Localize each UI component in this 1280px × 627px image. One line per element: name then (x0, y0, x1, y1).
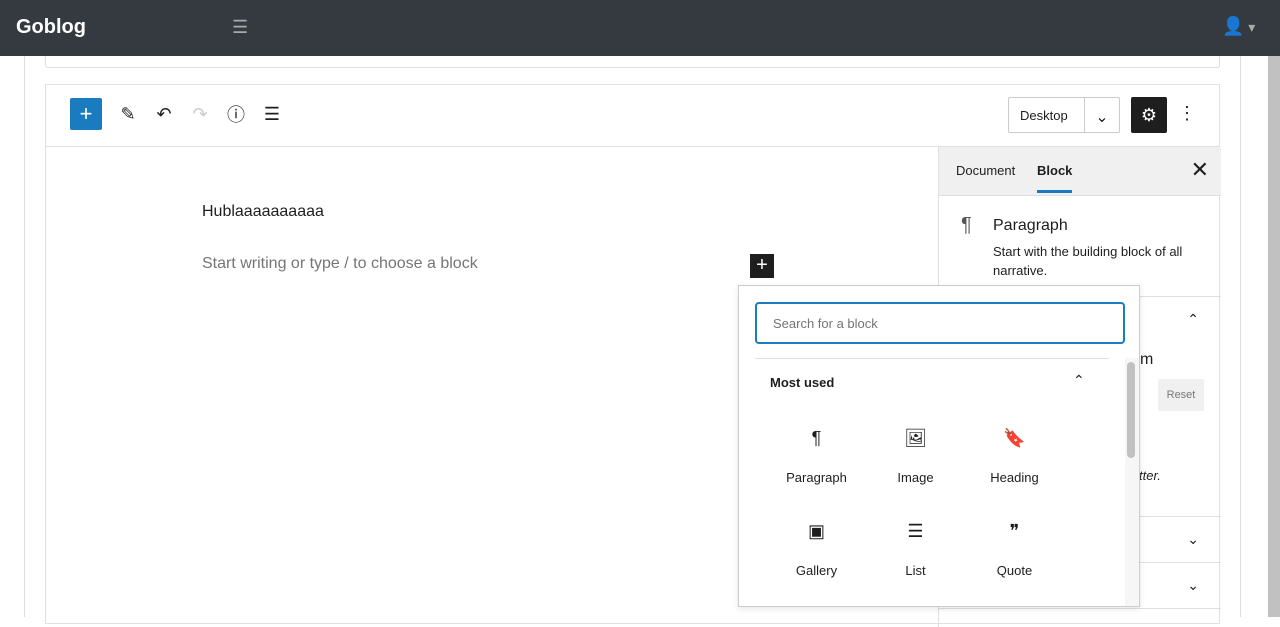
block-item-label: Image (897, 470, 934, 485)
block-item-quote[interactable]: ❞ Quote (965, 521, 1064, 578)
paragraph-icon: ¶ (811, 428, 822, 448)
block-item-gallery[interactable]: ▣ Gallery (767, 521, 866, 578)
post-title-block[interactable]: Hublaaaaaaaaaa (202, 203, 324, 221)
tab-block[interactable]: Block (1037, 163, 1073, 193)
more-options-icon[interactable]: ⋮ (1178, 103, 1196, 124)
partial-label: m (1140, 351, 1154, 368)
chevron-down-icon: ⌄ (1095, 109, 1109, 126)
block-item-list[interactable]: ☰ List (866, 521, 965, 578)
hamburger-icon[interactable]: ☰ (232, 17, 248, 38)
user-icon: 👤 (1222, 16, 1245, 36)
chevron-up-icon[interactable]: ⌃ (1073, 372, 1085, 389)
section-title: Most used (770, 375, 835, 390)
settings-gear-button[interactable]: ⚙ (1131, 97, 1167, 133)
image-icon: 🖼 (904, 428, 927, 448)
block-name: Paragraph (993, 217, 1068, 234)
page-scrollbar[interactable] (1268, 56, 1280, 617)
user-menu[interactable]: 👤 ▾ (1222, 16, 1255, 37)
gallery-icon: ▣ (807, 521, 825, 541)
undo-icon[interactable]: ↶ (148, 98, 180, 130)
block-item-heading[interactable]: 🔖 Heading (965, 428, 1064, 485)
inline-add-block-button[interactable]: + (750, 254, 774, 278)
block-item-paragraph[interactable]: ¶ Paragraph (767, 428, 866, 485)
close-icon[interactable]: ✕ (1191, 157, 1209, 183)
chevron-up-icon[interactable]: ⌃ (1187, 311, 1199, 328)
device-preview-dropdown[interactable]: Desktop ⌄ (1008, 97, 1120, 133)
brand-logo[interactable]: Goblog (16, 16, 86, 39)
reset-button[interactable]: Reset (1158, 379, 1204, 411)
outline-list-icon[interactable]: ☰ (256, 98, 288, 130)
tab-document[interactable]: Document (956, 163, 1015, 178)
divider (755, 358, 1109, 359)
block-inserter-popover: Most used ⌃ ¶ Paragraph 🖼 Image 🔖 Heading ▣… (738, 285, 1140, 607)
inserter-scrollbar[interactable] (1125, 358, 1139, 606)
block-item-label: List (905, 563, 926, 578)
block-card: ¶ Paragraph Start with the building bloc… (939, 196, 1221, 297)
block-item-label: Heading (990, 470, 1039, 485)
sidebar-tabs: Document Block ✕ (939, 147, 1221, 196)
block-description: Start with the building block of all nar… (993, 244, 1183, 278)
redo-icon[interactable]: ↷ (184, 98, 216, 130)
quote-icon: ❞ (1009, 521, 1020, 541)
device-label: Desktop (1009, 98, 1085, 132)
add-block-button[interactable]: + (70, 98, 102, 130)
top-navbar: Goblog ☰ 👤 ▾ (0, 0, 1280, 56)
paragraph-icon: ¶ (961, 214, 972, 236)
chevron-down-icon: ⌄ (1187, 531, 1199, 547)
scrollbar-thumb[interactable] (1127, 362, 1135, 458)
search-input[interactable] (755, 302, 1125, 344)
editor-toolbar: + ✎ ↶ ↷ ⓘ ☰ Desktop ⌄ ⚙ ⋮ (46, 85, 1219, 147)
list-icon: ☰ (907, 521, 924, 541)
empty-paragraph-block[interactable]: Start writing or type / to choose a bloc… (202, 255, 478, 273)
chevron-down-icon: ⌄ (1187, 577, 1199, 593)
block-item-image[interactable]: 🖼 Image (866, 428, 965, 485)
block-item-label: Gallery (795, 563, 838, 578)
block-item-label: Quote (996, 563, 1033, 578)
bookmark-icon: 🔖 (1003, 428, 1026, 448)
block-item-label: Paragraph (786, 470, 847, 485)
edit-pencil-icon[interactable]: ✎ (112, 98, 144, 130)
partial-help-text: tter. (1139, 468, 1161, 483)
info-icon[interactable]: ⓘ (220, 98, 252, 130)
